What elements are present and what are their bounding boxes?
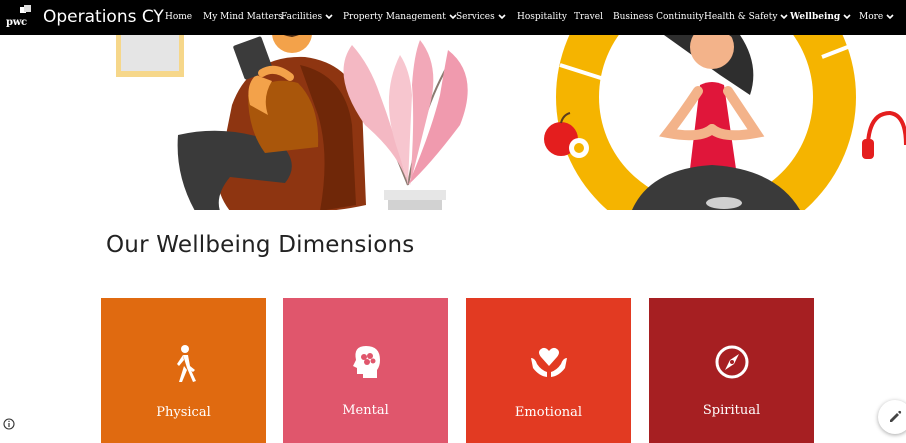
card-emotional[interactable]: Emotional — [466, 298, 631, 443]
site-title[interactable]: Operations CY — [43, 7, 164, 27]
walking-person-icon — [176, 345, 196, 382]
nav-hospitality-label: Hospitality — [517, 12, 567, 22]
nav-facilities-label: Facilities — [281, 12, 323, 22]
nav-my-mind-matters-label: My Mind Matters — [203, 12, 283, 22]
wellbeing-illustration — [116, 35, 906, 210]
nav-my-mind-matters[interactable]: My Mind Matters — [203, 12, 283, 22]
card-spiritual[interactable]: Spiritual — [649, 298, 814, 443]
card-label: Spiritual — [702, 403, 761, 418]
nav-property-management-label: Property Management — [343, 12, 446, 22]
nav-more[interactable]: More — [859, 12, 894, 22]
compass-icon — [715, 345, 748, 379]
nav-health-safety[interactable]: Health & Safety — [704, 12, 789, 22]
pwc-logo[interactable]: pwc — [6, 5, 32, 29]
chevron-down-icon — [780, 13, 789, 19]
nav-home-label: Home — [165, 12, 193, 22]
nav-home[interactable]: Home — [165, 12, 192, 22]
hero-banner — [0, 35, 906, 210]
nav-business-continuity-label: Business Continuity — [613, 12, 704, 22]
chevron-down-icon — [498, 13, 506, 19]
card-mental[interactable]: Mental — [283, 298, 448, 443]
nav-health-safety-label: Health & Safety — [704, 12, 778, 22]
card-label: Mental — [342, 403, 389, 418]
nav-more-label: More — [859, 12, 884, 22]
nav-wellbeing-label: Wellbeing — [790, 12, 841, 22]
card-physical[interactable]: Physical — [101, 298, 266, 443]
head-brain-icon — [352, 346, 380, 378]
nav-travel[interactable]: Travel — [574, 12, 603, 22]
card-label: Physical — [156, 405, 211, 420]
card-label: Emotional — [514, 405, 583, 420]
nav-services-label: Services — [456, 12, 495, 22]
info-icon[interactable] — [3, 418, 15, 430]
edit-button[interactable] — [878, 400, 906, 434]
nav-facilities[interactable]: Facilities — [281, 12, 333, 22]
pencil-icon — [890, 410, 902, 422]
nav-services[interactable]: Services — [456, 12, 506, 22]
nav-hospitality[interactable]: Hospitality — [517, 12, 567, 22]
section-heading: Our Wellbeing Dimensions — [106, 232, 415, 258]
nav-business-continuity[interactable]: Business Continuity — [613, 12, 704, 22]
nav-wellbeing[interactable]: Wellbeing — [790, 12, 851, 22]
chevron-down-icon — [886, 13, 894, 19]
nav-property-management[interactable]: Property Management — [343, 12, 457, 22]
chevron-down-icon — [843, 13, 851, 19]
chevron-down-icon — [325, 13, 333, 19]
top-navigation-bar: pwc Operations CY Home My Mind Matters F… — [0, 0, 906, 35]
heart-in-hands-icon — [530, 347, 567, 377]
nav-travel-label: Travel — [574, 12, 603, 22]
logo-text: pwc — [6, 17, 27, 28]
